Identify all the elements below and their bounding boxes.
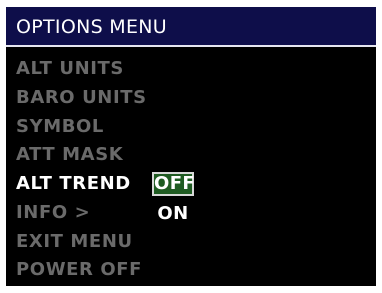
menu-item-att-mask[interactable]: ATT MASK — [16, 144, 123, 166]
option-off[interactable]: OFF — [152, 172, 195, 196]
menu-item-power-off[interactable]: POWER OFF — [16, 259, 142, 281]
menu-item-symbol[interactable]: SYMBOL — [16, 116, 104, 138]
menu-item-info[interactable]: INFO > — [16, 202, 90, 224]
menu-item-alt-units[interactable]: ALT UNITS — [16, 58, 124, 80]
menu-item-exit-menu[interactable]: EXIT MENU — [16, 231, 133, 253]
option-on[interactable]: ON — [152, 202, 194, 226]
menu-title-bar: OPTIONS MENU — [6, 7, 376, 47]
options-menu-screen: OPTIONS MENU ALT UNITS BARO UNITS SYMBOL… — [6, 7, 376, 286]
menu-title: OPTIONS MENU — [16, 16, 168, 38]
menu-item-alt-trend[interactable]: ALT TREND — [16, 173, 131, 195]
menu-item-baro-units[interactable]: BARO UNITS — [16, 87, 147, 109]
